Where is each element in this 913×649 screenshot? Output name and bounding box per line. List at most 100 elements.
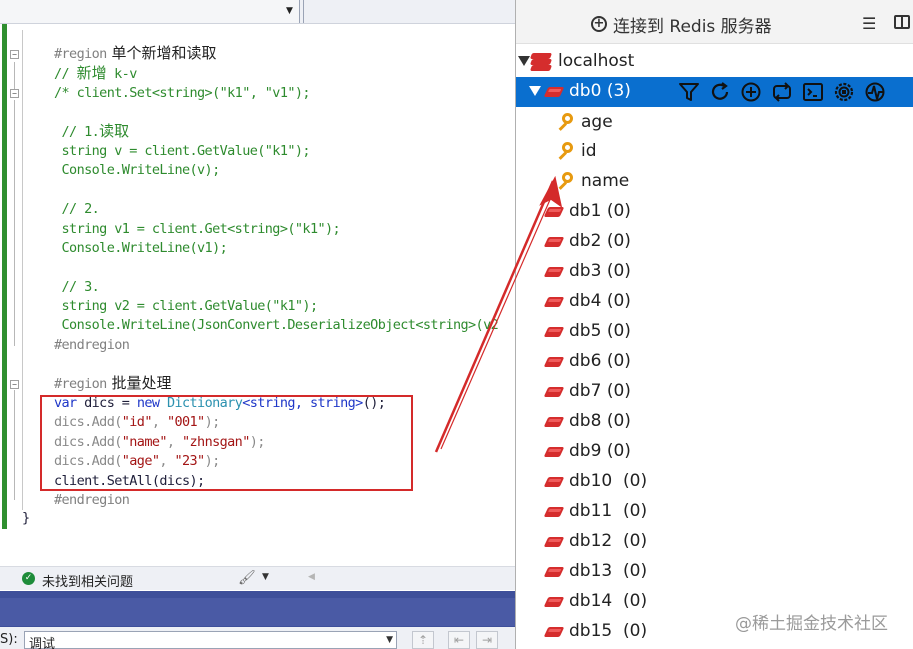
sync-icon[interactable]	[771, 81, 793, 103]
database-name: db11	[569, 501, 613, 521]
editor-toolbar-right	[303, 0, 515, 23]
scroll-left-icon[interactable]: ◀	[308, 572, 315, 582]
database-label: db15 (0)	[569, 621, 647, 641]
code-cleanup-brush-icon[interactable]: 🖌	[238, 570, 256, 586]
console-icon[interactable]	[802, 81, 824, 103]
database-icon	[543, 627, 565, 637]
database-name: db15	[569, 621, 613, 641]
tree-node-database[interactable]: db12 (0)	[516, 527, 913, 557]
plus-circle-icon: +	[591, 16, 607, 32]
key-icon	[556, 142, 574, 160]
issues-status[interactable]: 未找到相关问题	[42, 571, 133, 590]
list-icon[interactable]: ☰	[862, 14, 876, 33]
code-line: // 1.读取	[54, 122, 130, 140]
database-key-count: (0)	[623, 561, 648, 581]
chevron-down-icon[interactable]: ▼	[262, 572, 269, 582]
server-name: localhost	[558, 51, 635, 71]
add-key-icon[interactable]	[740, 81, 762, 103]
tree-node-key[interactable]: age	[516, 108, 913, 138]
code-line: }	[22, 510, 30, 526]
fold-toggle-icon[interactable]: −	[10, 89, 19, 98]
database-label: db11 (0)	[569, 501, 647, 521]
reload-icon[interactable]	[709, 81, 731, 103]
database-label: db3 (0)	[569, 261, 631, 281]
database-icon	[543, 237, 565, 247]
database-label: db14 (0)	[569, 591, 647, 611]
tree-node-database[interactable]: db8 (0)	[516, 407, 913, 437]
tree-node-database[interactable]: db10 (0)	[516, 467, 913, 497]
fold-toggle-icon[interactable]: −	[10, 380, 19, 389]
find-message-button[interactable]: ⇡	[412, 631, 434, 649]
tree-node-database[interactable]: db5 (0)	[516, 317, 913, 347]
database-name: db7	[569, 381, 602, 401]
watermark: @稀土掘金技术社区	[735, 614, 888, 634]
code-line: string v = client.GetValue("k1");	[54, 143, 311, 159]
code-line: /* client.Set<string>("k1", "v1");	[54, 85, 311, 101]
split-view-icon[interactable]	[894, 15, 910, 29]
database-name: db13	[569, 561, 613, 581]
database-name: db5	[569, 321, 602, 341]
tree-node-database[interactable]: db6 (0)	[516, 347, 913, 377]
settings-icon[interactable]	[833, 81, 855, 103]
database-label: db4 (0)	[569, 291, 631, 311]
database-label: db10 (0)	[569, 471, 647, 491]
database-key-count: (0)	[606, 261, 631, 281]
output-panel-tab-strip	[0, 598, 515, 626]
database-label: db5 (0)	[569, 321, 631, 341]
output-source-select[interactable]: 调试 ▼	[24, 631, 397, 649]
stats-icon[interactable]	[864, 81, 886, 103]
code-line: #region 批量处理	[54, 374, 172, 392]
tree-node-database[interactable]: db9 (0)	[516, 437, 913, 467]
tree-node-db0[interactable]: db0 (3)	[516, 77, 913, 107]
tree-node-database[interactable]: db1 (0)	[516, 197, 913, 227]
code-line: Console.WriteLine(v);	[54, 162, 221, 178]
tree-node-database[interactable]: db13 (0)	[516, 557, 913, 587]
code-line: // 新增 k-v	[54, 64, 137, 82]
code-line: string v2 = client.GetValue("k1");	[54, 298, 319, 314]
database-name: db2	[569, 231, 602, 251]
database-label: db12 (0)	[569, 531, 647, 551]
fold-toggle-icon[interactable]: −	[10, 50, 19, 59]
database-label: db13 (0)	[569, 561, 647, 581]
code-line: // 2.	[54, 201, 100, 217]
database-key-count: (0)	[606, 441, 631, 461]
database-icon	[543, 417, 565, 427]
tree-node-key[interactable]: id	[516, 137, 913, 167]
database-icon	[543, 357, 565, 367]
tree-node-database[interactable]: db11 (0)	[516, 497, 913, 527]
tree-node-database[interactable]: db7 (0)	[516, 377, 913, 407]
tree-node-localhost[interactable]: localhost	[516, 47, 913, 77]
database-label: db7 (0)	[569, 381, 631, 401]
database-key-count: (0)	[606, 351, 631, 371]
output-source-label: S):	[0, 632, 18, 647]
database-icon	[543, 207, 565, 217]
previous-message-button[interactable]: ⇤	[448, 631, 470, 649]
fold-guide	[14, 390, 15, 500]
database-key-count: (0)	[606, 321, 631, 341]
database-name: db4	[569, 291, 602, 311]
database-name: db8	[569, 411, 602, 431]
database-name: db12	[569, 531, 613, 551]
next-message-button[interactable]: ⇥	[476, 631, 498, 649]
key-icon	[556, 113, 574, 131]
connect-redis-button[interactable]: + 连接到 Redis 服务器	[591, 13, 772, 37]
expand-caret-icon[interactable]	[529, 86, 541, 96]
database-key-count: (0)	[623, 531, 648, 551]
database-key-count: (0)	[606, 231, 631, 251]
tree-node-database[interactable]: db3 (0)	[516, 257, 913, 287]
redis-explorer-panel: + 连接到 Redis 服务器 ☰ localhost db0 (3) age …	[515, 0, 913, 649]
database-label: db8 (0)	[569, 411, 631, 431]
code-line: string v1 = client.Get<string>("k1");	[54, 221, 341, 237]
database-key-count: (0)	[623, 501, 648, 521]
tree-node-database[interactable]: db4 (0)	[516, 287, 913, 317]
expand-caret-icon[interactable]	[518, 56, 530, 66]
database-icon	[543, 537, 565, 547]
database-key-count: (0)	[606, 291, 631, 311]
change-indicator-bar	[2, 24, 7, 529]
member-dropdown[interactable]: ▼	[0, 0, 300, 23]
tree-node-key[interactable]: name	[516, 167, 913, 197]
database-icon	[543, 87, 565, 97]
tree-node-database[interactable]: db2 (0)	[516, 227, 913, 257]
database-key-count: (0)	[623, 621, 648, 641]
filter-icon[interactable]	[678, 81, 700, 103]
